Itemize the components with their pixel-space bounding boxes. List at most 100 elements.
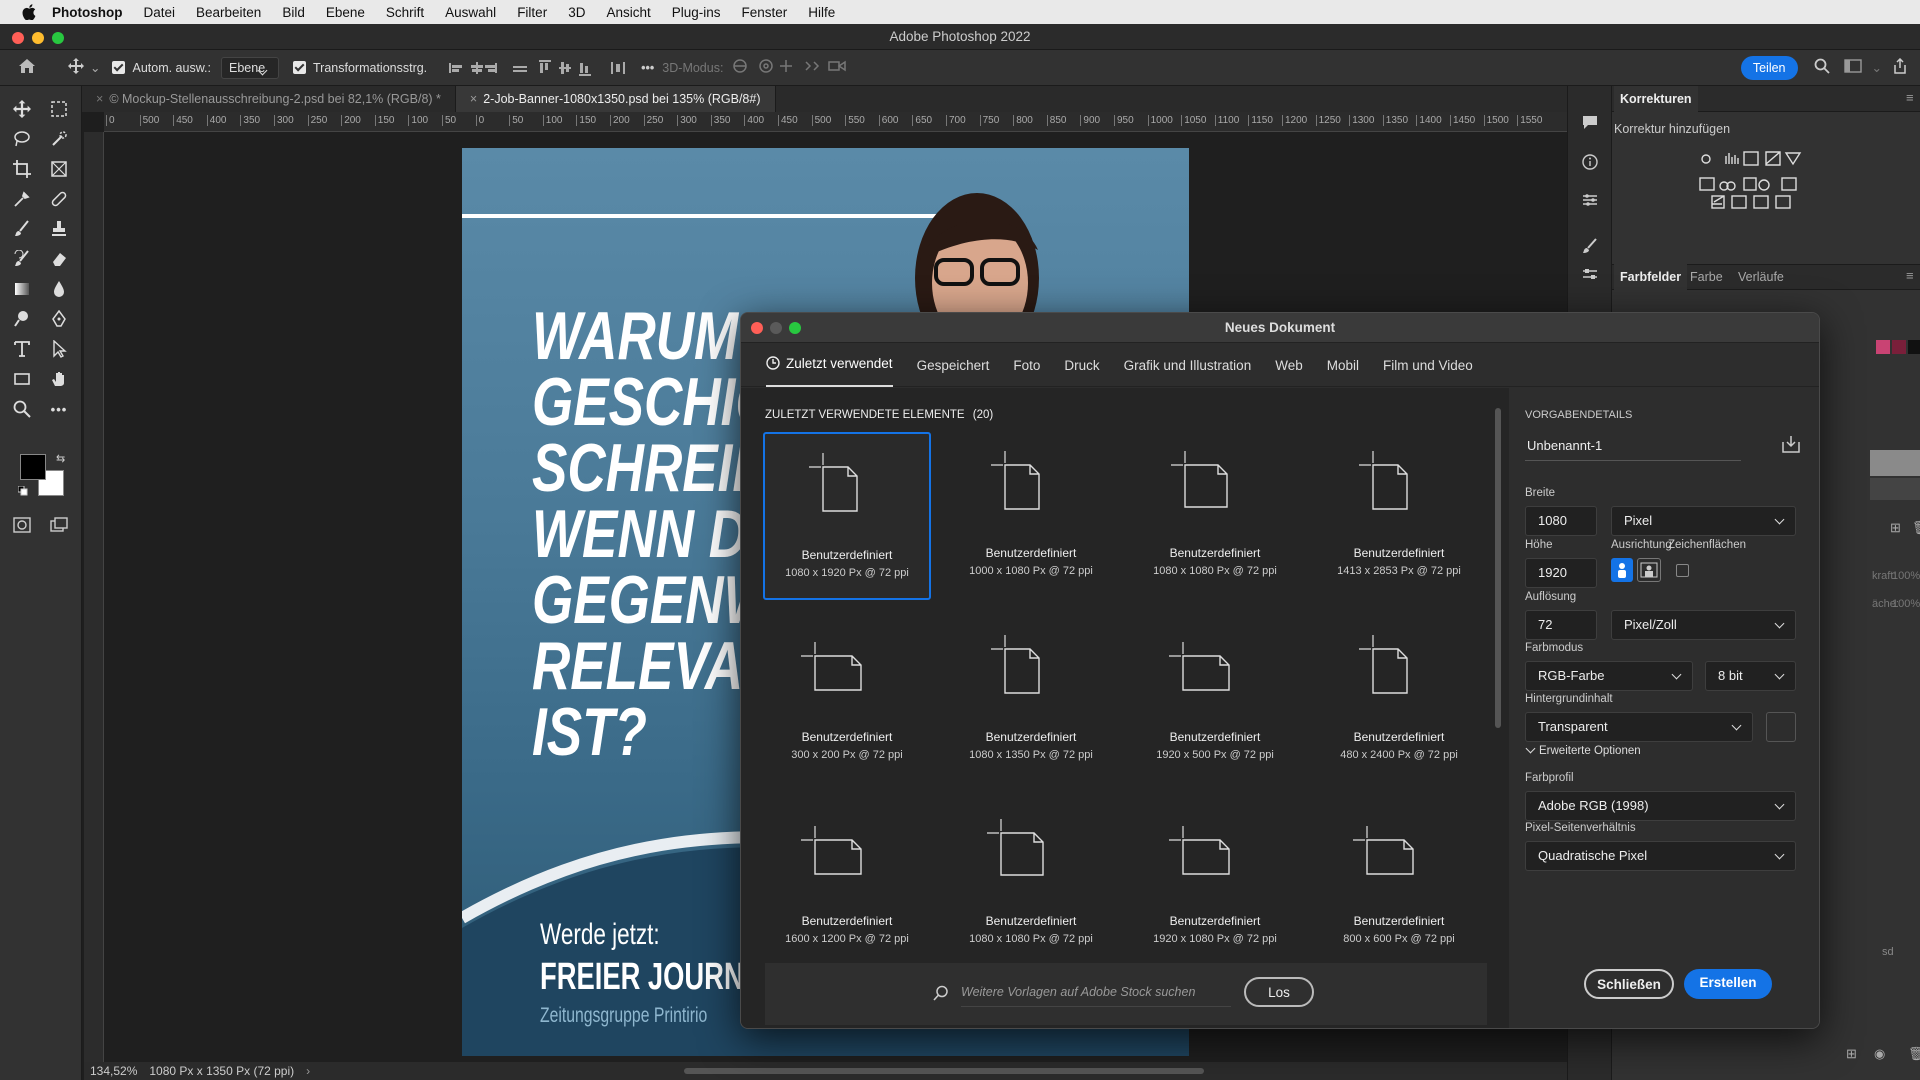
tab-photo[interactable]: Foto xyxy=(1013,344,1040,385)
maximize-dialog-icon[interactable] xyxy=(789,322,801,334)
swatch[interactable] xyxy=(1876,340,1890,354)
info-icon[interactable] xyxy=(1582,154,1598,173)
presets-scrollbar[interactable] xyxy=(1495,408,1501,728)
tab-saved[interactable]: Gespeichert xyxy=(917,344,990,385)
panel-tab-swatches[interactable]: Farbfelder xyxy=(1614,264,1688,290)
maximize-window-icon[interactable] xyxy=(52,32,64,44)
panel-menu-icon[interactable]: ≡ xyxy=(1906,90,1914,105)
stamp-tool-icon[interactable] xyxy=(46,216,72,242)
fill-value-obscured[interactable]: 100% xyxy=(1892,598,1920,610)
close-tab-icon[interactable]: × xyxy=(470,92,477,106)
type-tool-icon[interactable] xyxy=(9,336,35,362)
gradient-tool-icon[interactable] xyxy=(9,276,35,302)
tab-print[interactable]: Druck xyxy=(1064,344,1099,385)
marquee-tool-icon[interactable] xyxy=(46,96,72,122)
width-unit-select[interactable]: Pixel xyxy=(1611,506,1796,536)
go-button[interactable]: Los xyxy=(1244,977,1314,1007)
move-tool-icon[interactable] xyxy=(68,58,84,77)
dodge-tool-icon[interactable] xyxy=(9,306,35,332)
panel-tab-color[interactable]: Farbe xyxy=(1690,270,1723,284)
save-preset-icon[interactable] xyxy=(1781,434,1801,457)
preset-card[interactable]: Benutzerdefiniert 1080 x 1920 Px @ 72 ppi xyxy=(763,432,931,600)
delete-icon[interactable]: 🗑 xyxy=(1908,1046,1920,1062)
zoom-tool-icon[interactable] xyxy=(9,396,35,422)
move-tool-icon[interactable] xyxy=(9,96,35,122)
crop-tool-icon[interactable] xyxy=(9,156,35,182)
panel-tab-adjustments[interactable]: Korrekturen xyxy=(1614,86,1698,112)
opacity-value-obscured[interactable]: 100% xyxy=(1892,570,1920,582)
resolution-unit-select[interactable]: Pixel/Zoll xyxy=(1611,610,1796,640)
screen-mode-icon[interactable] xyxy=(46,512,72,538)
adjustment-icons-grid[interactable] xyxy=(1698,150,1818,220)
advanced-options-toggle[interactable]: Erweiterte Optionen xyxy=(1525,743,1641,757)
align-icons[interactable] xyxy=(449,59,626,76)
close-tab-icon[interactable]: × xyxy=(96,92,103,106)
menu-datei[interactable]: Datei xyxy=(144,5,176,20)
height-input[interactable]: 1920 xyxy=(1525,558,1597,588)
search-icon[interactable] xyxy=(1814,58,1830,77)
eyedropper-tool-icon[interactable] xyxy=(9,186,35,212)
minimize-window-icon[interactable] xyxy=(32,32,44,44)
menu-auswahl[interactable]: Auswahl xyxy=(445,5,496,20)
tab-web[interactable]: Web xyxy=(1275,344,1303,385)
background-color-swatch[interactable] xyxy=(1766,712,1796,742)
color-profile-select[interactable]: Adobe RGB (1998) xyxy=(1525,791,1796,821)
preset-card[interactable]: Benutzerdefiniert 1080 x 1080 Px @ 72 ppi xyxy=(947,800,1115,968)
menu-bearbeiten[interactable]: Bearbeiten xyxy=(196,5,261,20)
pen-tool-icon[interactable] xyxy=(46,306,72,332)
preset-card[interactable]: Benutzerdefiniert 1080 x 1350 Px @ 72 ppi xyxy=(947,616,1115,784)
brush-settings-icon[interactable] xyxy=(1582,238,1598,257)
artboards-checkbox[interactable] xyxy=(1676,564,1689,577)
quick-mask-icon[interactable] xyxy=(9,512,35,538)
resolution-input[interactable]: 72 xyxy=(1525,610,1597,640)
default-colors-icon[interactable] xyxy=(17,484,28,499)
doc-tab-mockup[interactable]: × © Mockup-Stellenausschreibung-2.psd bei… xyxy=(82,86,456,112)
more-options-icon[interactable]: ••• xyxy=(641,61,654,75)
home-icon[interactable] xyxy=(18,58,40,77)
panel-tab-gradients[interactable]: Verläufe xyxy=(1738,270,1784,284)
tab-graphic-illustration[interactable]: Grafik und Illustration xyxy=(1124,344,1252,385)
tab-film-video[interactable]: Film und Video xyxy=(1383,344,1473,385)
hand-tool-icon[interactable] xyxy=(46,366,72,392)
delete-icon[interactable]: 🗑 xyxy=(1912,520,1920,536)
background-content-select[interactable]: Transparent xyxy=(1525,712,1753,742)
tab-mobile[interactable]: Mobil xyxy=(1327,344,1359,385)
export-icon[interactable] xyxy=(1892,57,1908,77)
horizontal-scrollbar[interactable] xyxy=(684,1068,1204,1074)
close-button[interactable]: Schließen xyxy=(1584,969,1674,999)
swap-colors-icon[interactable]: ⇆ xyxy=(56,452,65,465)
comments-icon[interactable] xyxy=(1582,114,1598,133)
preset-card[interactable]: Benutzerdefiniert 1920 x 500 Px @ 72 ppi xyxy=(1131,616,1299,784)
foreground-color-swatch-top[interactable] xyxy=(20,454,46,480)
landscape-orientation-button[interactable] xyxy=(1637,558,1661,582)
preset-card[interactable]: Benutzerdefiniert 1080 x 1080 Px @ 72 ppi xyxy=(1131,432,1299,600)
chevron-down-icon[interactable]: ⌄ xyxy=(1872,60,1882,75)
color-mode-select[interactable]: RGB-Farbe xyxy=(1525,661,1693,691)
workspace-icon[interactable] xyxy=(1843,59,1862,76)
blur-tool-icon[interactable] xyxy=(46,276,72,302)
document-name-field[interactable]: Unbenannt-1 xyxy=(1527,432,1717,460)
menu-hilfe[interactable]: Hilfe xyxy=(808,5,835,20)
apple-icon[interactable] xyxy=(20,3,38,21)
close-dialog-icon[interactable] xyxy=(751,322,763,334)
tab-recent[interactable]: Zuletzt verwendet xyxy=(766,342,893,387)
swatch[interactable] xyxy=(1892,340,1906,354)
menu-3d[interactable]: 3D xyxy=(568,5,585,20)
menu-plugins[interactable]: Plug-ins xyxy=(672,5,721,20)
menu-filter[interactable]: Filter xyxy=(517,5,547,20)
3d-mode-icons[interactable] xyxy=(731,57,851,78)
adjustments-sliders-icon[interactable] xyxy=(1582,192,1598,211)
menu-app-name[interactable]: Photoshop xyxy=(52,5,123,20)
menu-bild[interactable]: Bild xyxy=(282,5,305,20)
share-button[interactable]: Teilen xyxy=(1740,55,1798,80)
properties-sliders-icon[interactable] xyxy=(1582,266,1598,285)
bit-depth-select[interactable]: 8 bit xyxy=(1705,661,1796,691)
panel-menu-icon[interactable]: ≡ xyxy=(1906,268,1914,283)
doc-tab-job-banner[interactable]: × 2-Job-Banner-1080x1350.psd bei 135% (RG… xyxy=(455,86,776,112)
pixel-aspect-select[interactable]: Quadratische Pixel xyxy=(1525,841,1796,871)
close-window-icon[interactable] xyxy=(12,32,24,44)
healing-brush-tool-icon[interactable] xyxy=(46,186,72,212)
brush-tool-icon[interactable] xyxy=(9,216,35,242)
preset-card[interactable]: Benutzerdefiniert 1000 x 1080 Px @ 72 ppi xyxy=(947,432,1115,600)
auto-select-checkbox[interactable] xyxy=(112,61,126,74)
